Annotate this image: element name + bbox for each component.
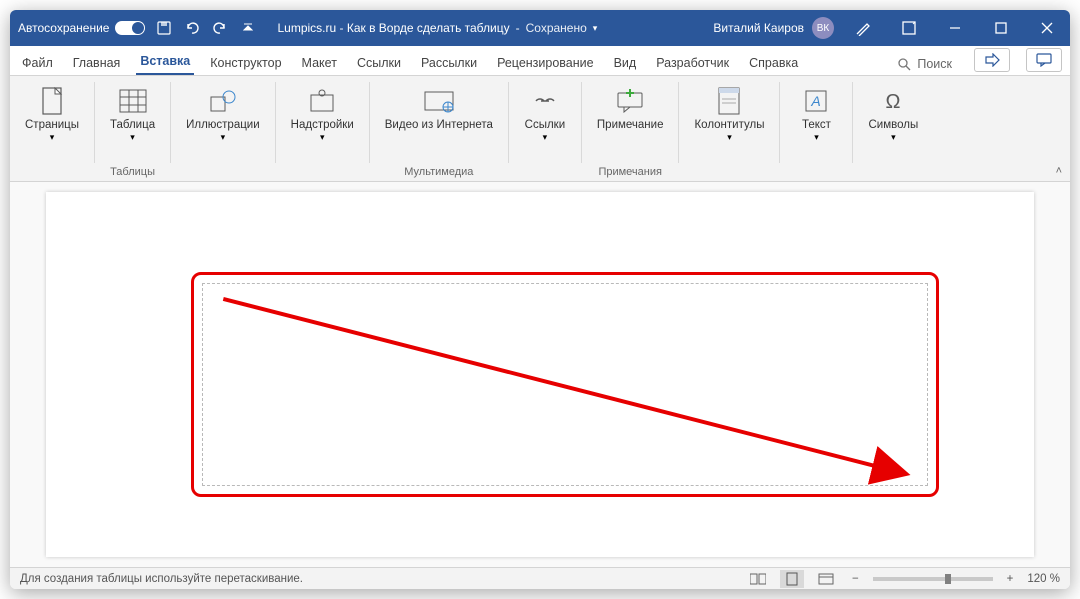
shapes-icon — [207, 85, 239, 117]
undo-icon[interactable] — [183, 19, 201, 37]
toggle-switch — [115, 21, 145, 35]
doc-name: Lumpics.ru - Как в Ворде сделать таблицу — [277, 21, 509, 35]
tab-mailings[interactable]: Рассылки — [417, 50, 481, 75]
ribbon-display-icon[interactable] — [886, 10, 932, 46]
comment-icon — [614, 85, 646, 117]
group-illustrations: Иллюстрации ▾ — [171, 76, 275, 181]
saved-status[interactable]: Сохранено — [526, 21, 587, 35]
minimize-icon[interactable] — [932, 10, 978, 46]
omega-icon: Ω — [877, 85, 909, 117]
zoom-level[interactable]: 120 % — [1027, 573, 1060, 585]
comment-button[interactable]: Примечание — [588, 80, 673, 165]
page — [46, 192, 1034, 557]
text-button[interactable]: A Текст ▾ — [786, 80, 846, 165]
search-box[interactable]: Поиск — [891, 53, 958, 75]
tab-insert[interactable]: Вставка — [136, 48, 194, 75]
tab-design[interactable]: Конструктор — [206, 50, 285, 75]
save-icon[interactable] — [155, 19, 173, 37]
title-bar: Автосохранение Lumpics.ru - Как в Ворде … — [10, 10, 1070, 46]
close-icon[interactable] — [1024, 10, 1070, 46]
chevron-down-icon: ▾ — [543, 132, 548, 143]
chevron-down-icon: ▾ — [727, 132, 732, 143]
svg-text:A: A — [811, 93, 821, 109]
tab-home[interactable]: Главная — [69, 50, 125, 75]
ribbon-tabs: Файл Главная Вставка Конструктор Макет С… — [10, 46, 1070, 76]
video-icon — [423, 85, 455, 117]
avatar: ВК — [812, 17, 834, 39]
chevron-down-icon: ▾ — [814, 132, 819, 143]
search-placeholder: Поиск — [917, 57, 952, 71]
read-mode-icon[interactable] — [746, 570, 770, 588]
draw-mode-icon[interactable] — [840, 10, 886, 46]
table-icon — [117, 85, 149, 117]
collapse-ribbon-icon[interactable]: ˄ — [1056, 165, 1062, 177]
tab-view[interactable]: Вид — [610, 50, 641, 75]
quick-access-toolbar — [155, 19, 257, 37]
tab-references[interactable]: Ссылки — [353, 50, 405, 75]
svg-text:Ω: Ω — [886, 91, 901, 113]
app-window: Автосохранение Lumpics.ru - Как в Ворде … — [10, 10, 1070, 589]
group-pages: Страницы ▾ — [10, 76, 94, 181]
group-links: Ссылки ▾ — [509, 76, 581, 181]
textbox-icon: A — [800, 85, 832, 117]
pages-button[interactable]: Страницы ▾ — [16, 80, 88, 165]
chevron-down-icon: ▾ — [130, 132, 135, 143]
print-layout-icon[interactable] — [780, 570, 804, 588]
group-addins: Надстройки ▾ — [276, 76, 369, 181]
autosave-label: Автосохранение — [18, 21, 109, 35]
share-button[interactable] — [974, 48, 1010, 72]
maximize-icon[interactable] — [978, 10, 1024, 46]
headerfooter-icon — [713, 85, 745, 117]
autosave-toggle[interactable]: Автосохранение — [10, 21, 145, 35]
annotation-arrow-icon — [194, 275, 936, 494]
document-title: Lumpics.ru - Как в Ворде сделать таблицу… — [277, 21, 597, 35]
group-text: A Текст ▾ — [780, 76, 852, 181]
ribbon-insert: Страницы ▾ Таблица ▾ Таблицы — [10, 76, 1070, 182]
group-symbols: Ω Символы ▾ — [853, 76, 933, 181]
online-video-button[interactable]: Видео из Интернета — [376, 80, 502, 165]
tab-file[interactable]: Файл — [18, 50, 57, 75]
illustrations-button[interactable]: Иллюстрации ▾ — [177, 80, 269, 165]
headerfooter-button[interactable]: Колонтитулы ▾ — [685, 80, 773, 165]
tab-help[interactable]: Справка — [745, 50, 802, 75]
annotation-box — [191, 272, 939, 497]
tab-layout[interactable]: Макет — [298, 50, 341, 75]
comments-button[interactable] — [1026, 48, 1062, 72]
tab-review[interactable]: Рецензирование — [493, 50, 598, 75]
search-icon — [897, 57, 911, 71]
document-area[interactable] — [10, 182, 1070, 567]
zoom-in-button[interactable]: + — [1003, 573, 1018, 585]
zoom-slider[interactable] — [873, 577, 993, 581]
group-label-media: Мультимедиа — [376, 165, 502, 181]
chevron-down-icon: ▾ — [320, 132, 325, 143]
group-tables: Таблица ▾ Таблицы — [95, 76, 170, 181]
symbols-button[interactable]: Ω Символы ▾ — [859, 80, 927, 165]
status-hint: Для создания таблицы используйте перетас… — [20, 573, 303, 585]
user-name: Виталий Каиров — [713, 21, 804, 35]
addins-icon — [306, 85, 338, 117]
chevron-down-icon: ▾ — [221, 132, 226, 143]
user-account[interactable]: Виталий Каиров ВК — [713, 17, 834, 39]
link-icon — [529, 85, 561, 117]
group-media: Видео из Интернета Мультимедиа — [370, 76, 508, 181]
page-icon — [36, 85, 68, 117]
tab-developer[interactable]: Разработчик — [652, 50, 733, 75]
zoom-out-button[interactable]: − — [848, 573, 863, 585]
group-headerfooter: Колонтитулы ▾ — [679, 76, 779, 181]
addins-button[interactable]: Надстройки ▾ — [282, 80, 363, 165]
status-bar: Для создания таблицы используйте перетас… — [10, 567, 1070, 589]
chevron-down-icon[interactable]: ▾ — [593, 23, 598, 34]
group-label-comments: Примечания — [588, 165, 673, 181]
redo-icon[interactable] — [211, 19, 229, 37]
chevron-down-icon: ▾ — [891, 132, 896, 143]
chevron-down-icon: ▾ — [50, 132, 55, 143]
web-layout-icon[interactable] — [814, 570, 838, 588]
table-button[interactable]: Таблица ▾ — [101, 80, 164, 165]
customize-qat-icon[interactable] — [239, 19, 257, 37]
group-label-tables: Таблицы — [101, 165, 164, 181]
links-button[interactable]: Ссылки ▾ — [515, 80, 575, 165]
group-comments: Примечание Примечания — [582, 76, 679, 181]
